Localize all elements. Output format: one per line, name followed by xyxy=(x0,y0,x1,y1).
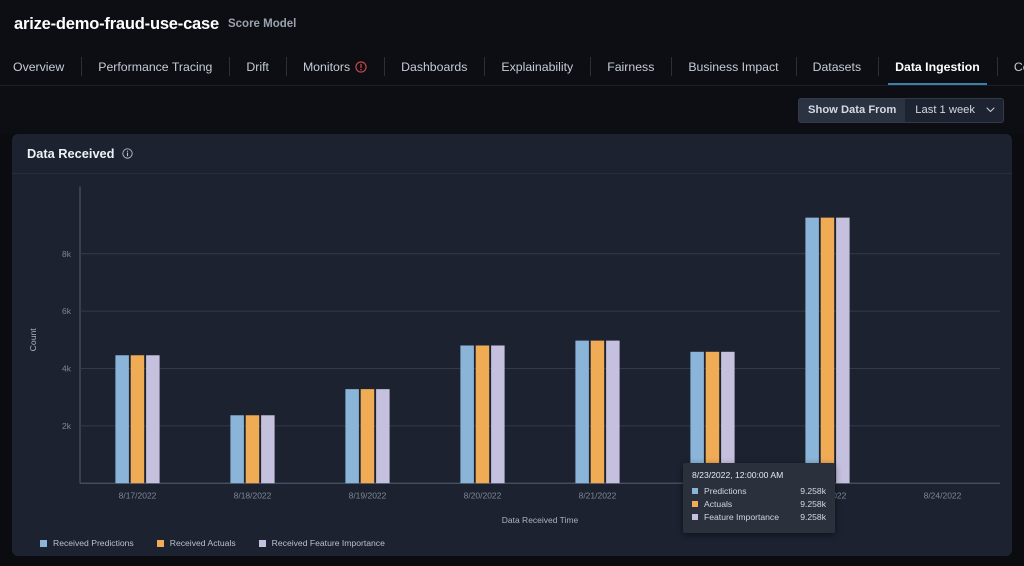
chart-bar[interactable] xyxy=(345,389,359,483)
card-header: Data Received xyxy=(12,134,1012,174)
chart-bar[interactable] xyxy=(230,415,244,483)
tooltip-series-swatch xyxy=(692,514,698,520)
tooltip-row: Predictions9.258k xyxy=(692,486,826,496)
show-data-from-label: Show Data From xyxy=(799,99,905,122)
chart-bar[interactable] xyxy=(491,345,505,483)
legend-swatch xyxy=(259,540,266,547)
legend-swatch xyxy=(157,540,164,547)
nav-tab-dashboards[interactable]: Dashboards xyxy=(384,48,484,85)
y-tick-label: 8k xyxy=(62,249,72,259)
chart-bar[interactable] xyxy=(836,218,850,484)
card-title: Data Received xyxy=(27,146,115,161)
nav-tab-overview[interactable]: Overview xyxy=(0,48,81,85)
legend-label: Received Actuals xyxy=(170,538,236,548)
chart-bar[interactable] xyxy=(246,415,260,483)
y-tick-label: 2k xyxy=(62,421,72,431)
model-type-label: Score Model xyxy=(228,18,296,30)
tooltip-series-value: 9.258k xyxy=(800,499,826,509)
alert-circle-icon[interactable] xyxy=(355,61,367,73)
x-axis-title: Data Received Time xyxy=(502,515,579,525)
nav-tab-label: Overview xyxy=(13,60,64,74)
chart-bar[interactable] xyxy=(460,345,474,483)
tooltip-title: 8/23/2022, 12:00:00 AM xyxy=(692,470,826,480)
nav-tab-label: Business Impact xyxy=(688,60,778,74)
data-received-card: Data Received 2k 4k 6k 8k Count 8/17/2022 8/18… xyxy=(12,134,1012,556)
chevron-down-icon xyxy=(986,104,995,116)
x-tick-label: 8/24/2022 xyxy=(924,490,962,500)
x-tick-label: 8/17/2022 xyxy=(119,490,157,500)
info-circle-icon[interactable] xyxy=(122,148,133,159)
tooltip-series-swatch xyxy=(692,488,698,494)
legend-item[interactable]: Received Actuals xyxy=(157,538,236,548)
time-range-control[interactable]: Show Data From Last 1 week xyxy=(798,98,1004,123)
y-tick-label: 6k xyxy=(62,306,72,316)
legend-swatch xyxy=(40,540,47,547)
legend-label: Received Predictions xyxy=(53,538,134,548)
chart-canvas: 2k 4k 6k 8k Count 8/17/2022 8/18/2022 8/19/2022… xyxy=(12,174,1012,530)
nav-tab-performance-tracing[interactable]: Performance Tracing xyxy=(81,48,229,85)
legend-item[interactable]: Received Feature Importance xyxy=(259,538,385,548)
tooltip-series-name: Predictions xyxy=(704,486,800,496)
x-tick-label: 8/21/2022 xyxy=(579,490,617,500)
tooltip-series-swatch xyxy=(692,501,698,507)
chart-bar[interactable] xyxy=(146,355,160,483)
tooltip-series-name: Actuals xyxy=(704,499,800,509)
data-received-bar-chart[interactable]: 2k 4k 6k 8k Count 8/17/2022 8/18/2022 8/19/2022… xyxy=(12,174,1012,530)
nav-tab-explainability[interactable]: Explainability xyxy=(484,48,590,85)
chart-bar[interactable] xyxy=(476,345,490,483)
nav-tab-label: Data Ingestion xyxy=(895,60,980,74)
nav-tab-label: Performance Tracing xyxy=(98,60,212,74)
nav-tab-label: Datasets xyxy=(813,60,862,74)
app-window: arize-demo-fraud-use-case Score Model Ov… xyxy=(0,0,1024,566)
chart-bar[interactable] xyxy=(361,389,375,483)
chart-legend: Received Predictions Received Actuals Rece… xyxy=(12,530,1012,556)
tooltip-series-value: 9.258k xyxy=(800,486,826,496)
tooltip-series-name: Feature Importance xyxy=(704,512,800,522)
nav-tab-label: Explainability xyxy=(501,60,573,74)
nav-tab-label: Fairness xyxy=(607,60,654,74)
chart-bar[interactable] xyxy=(805,218,819,484)
nav-tab-fairness[interactable]: Fairness xyxy=(590,48,671,85)
chart-tooltip: 8/23/2022, 12:00:00 AM Predictions9.258k… xyxy=(683,463,835,533)
y-axis-title: Count xyxy=(28,328,38,352)
nav-tab-monitors[interactable]: Monitors xyxy=(286,48,384,85)
chart-bar[interactable] xyxy=(575,341,589,484)
legend-label: Received Feature Importance xyxy=(272,538,385,548)
chart-bar[interactable] xyxy=(821,218,835,484)
nav-tab-drift[interactable]: Drift xyxy=(229,48,286,85)
chart-bar[interactable] xyxy=(606,341,620,484)
chart-bar[interactable] xyxy=(261,415,275,483)
nav-tab-label: Drift xyxy=(246,60,269,74)
nav-tab-datasets[interactable]: Datasets xyxy=(796,48,879,85)
tooltip-series-value: 9.258k xyxy=(800,512,826,522)
page-title: arize-demo-fraud-use-case xyxy=(14,15,219,34)
nav-tab-business-impact[interactable]: Business Impact xyxy=(671,48,795,85)
nav-tab-data-ingestion[interactable]: Data Ingestion xyxy=(878,48,997,85)
nav-tab-label: Config xyxy=(1014,60,1024,74)
nav-tab-label: Dashboards xyxy=(401,60,467,74)
x-tick-label: 8/19/2022 xyxy=(349,490,387,500)
toolbar: Show Data From Last 1 week xyxy=(0,86,1024,134)
time-range-dropdown[interactable]: Last 1 week xyxy=(905,99,1003,122)
x-tick-label: 8/20/2022 xyxy=(464,490,502,500)
y-tick-label: 4k xyxy=(62,363,72,373)
card-container: Data Received 2k 4k 6k 8k Count 8/17/2022 8/18… xyxy=(0,134,1024,566)
nav-tab-config[interactable]: Config xyxy=(997,48,1024,85)
x-tick-label: 8/18/2022 xyxy=(234,490,272,500)
legend-item[interactable]: Received Predictions xyxy=(40,538,134,548)
main-nav-tabs: Overview Performance Tracing Drift Monitors… xyxy=(0,48,1024,86)
tooltip-row: Actuals9.258k xyxy=(692,499,826,509)
chart-bar[interactable] xyxy=(591,341,605,484)
nav-tab-label: Monitors xyxy=(303,60,350,74)
chart-bar[interactable] xyxy=(115,355,128,483)
time-range-value: Last 1 week xyxy=(915,104,975,116)
chart-bar[interactable] xyxy=(376,389,390,483)
tooltip-row: Feature Importance9.258k xyxy=(692,512,826,522)
chart-bar[interactable] xyxy=(131,355,145,483)
page-header: arize-demo-fraud-use-case Score Model xyxy=(0,0,1024,48)
